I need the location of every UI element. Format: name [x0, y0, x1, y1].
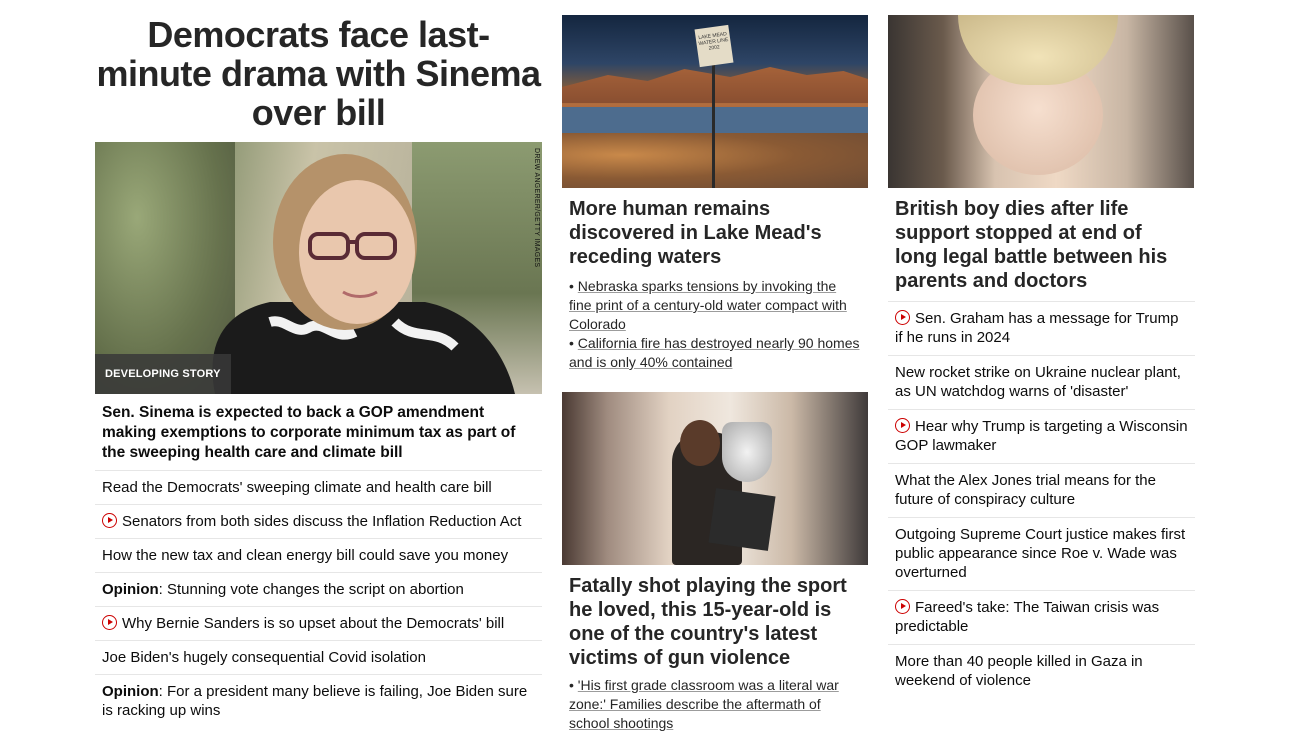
play-icon [102, 615, 117, 630]
list-item: Why Bernie Sanders is so upset about the… [95, 607, 542, 641]
card-sublinks: • 'His first grade classroom was a liter… [562, 670, 868, 733]
related-link[interactable]: How the new tax and clean energy bill co… [95, 539, 542, 572]
developing-story-badge: DEVELOPING STORY [95, 354, 231, 394]
mountain-ridge [562, 67, 868, 103]
related-link[interactable]: More than 40 people killed in Gaza in we… [888, 645, 1195, 698]
main-headline[interactable]: Democrats face last-minute drama with Si… [95, 0, 542, 142]
list-item: Outgoing Supreme Court justice makes fir… [888, 518, 1195, 591]
list-item: Sen. Graham has a message for Trump if h… [888, 302, 1195, 356]
trophy-image[interactable] [562, 392, 868, 565]
main-headline-link[interactable]: Democrats face last-minute drama with Si… [96, 14, 541, 133]
card-headline[interactable]: British boy dies after life support stop… [888, 188, 1195, 302]
list-item: • Nebraska sparks tensions by invoking t… [569, 278, 847, 332]
list-item: Senators from both sides discuss the Inf… [95, 505, 542, 539]
related-link[interactable]: What the Alex Jones trial means for the … [888, 464, 1195, 517]
right-column: British boy dies after life support stop… [888, 0, 1195, 698]
list-item: Read the Democrats' sweeping climate and… [95, 471, 542, 505]
lake-mead-image[interactable]: LAKE MEAD WATER LINE 2002 [562, 15, 868, 188]
boy-image[interactable] [888, 15, 1194, 188]
water-line-sign: LAKE MEAD WATER LINE 2002 [694, 24, 734, 68]
lead-summary[interactable]: Sen. Sinema is expected to back a GOP am… [95, 394, 542, 471]
related-link[interactable]: Read the Democrats' sweeping climate and… [95, 471, 542, 504]
related-link-text: : For a president many believe is failin… [102, 683, 528, 719]
lead-related-list: Read the Democrats' sweeping climate and… [95, 471, 542, 727]
related-link[interactable]: Joe Biden's hugely consequential Covid i… [95, 641, 542, 674]
hair-shape [958, 15, 1118, 85]
related-link-text: More than 40 people killed in Gaza in we… [895, 653, 1143, 689]
person-head [680, 420, 720, 466]
lead-story-column: Democrats face last-minute drama with Si… [95, 0, 542, 727]
hero-image[interactable]: DREW ANGERER/GETTY IMAGES DEVELOPING STO… [95, 142, 542, 394]
play-icon [895, 599, 910, 614]
related-link-text: Senators from both sides discuss the Inf… [122, 513, 522, 530]
card-headline-link[interactable]: More human remains discovered in Lake Me… [569, 198, 822, 268]
related-link-text: Hear why Trump is targeting a Wisconsin … [895, 418, 1188, 454]
list-item: Fareed's take: The Taiwan crisis was pre… [888, 591, 1195, 645]
list-item: Opinion: Stunning vote changes the scrip… [95, 573, 542, 607]
related-link-text: : Stunning vote changes the script on ab… [158, 581, 464, 598]
related-link[interactable]: Opinion: Stunning vote changes the scrip… [95, 573, 542, 606]
list-item: More than 40 people killed in Gaza in we… [888, 645, 1195, 698]
related-link[interactable]: Fareed's take: The Taiwan crisis was pre… [888, 591, 1195, 644]
list-item: Opinion: For a president many believe is… [95, 675, 542, 727]
related-link-text: New rocket strike on Ukraine nuclear pla… [895, 364, 1181, 400]
list-item: • California fire has destroyed nearly 9… [569, 335, 860, 370]
related-link-text: Read the Democrats' sweeping climate and… [102, 479, 492, 496]
list-item: How the new tax and clean energy bill co… [95, 539, 542, 573]
related-link[interactable]: Sen. Graham has a message for Trump if h… [888, 302, 1195, 355]
opinion-label: Opinion [102, 581, 159, 598]
right-related-list: Sen. Graham has a message for Trump if h… [888, 302, 1195, 698]
related-link[interactable]: Why Bernie Sanders is so upset about the… [95, 607, 542, 640]
list-item: Hear why Trump is targeting a Wisconsin … [888, 410, 1195, 464]
trophy-cup [722, 422, 772, 482]
play-icon [102, 513, 117, 528]
card-headline[interactable]: More human remains discovered in Lake Me… [562, 188, 868, 269]
play-icon [895, 418, 910, 433]
related-link-text: Why Bernie Sanders is so upset about the… [122, 615, 505, 632]
related-link[interactable]: Opinion: For a president many believe is… [95, 675, 542, 727]
sublink[interactable]: 'His first grade classroom was a literal… [569, 677, 839, 731]
related-link-text: How the new tax and clean energy bill co… [102, 547, 509, 564]
related-link[interactable]: Senators from both sides discuss the Inf… [95, 505, 542, 538]
related-link-text: Sen. Graham has a message for Trump if h… [895, 310, 1179, 346]
related-link[interactable]: Outgoing Supreme Court justice makes fir… [888, 518, 1195, 590]
desert-brush [562, 133, 868, 188]
related-link[interactable]: Hear why Trump is targeting a Wisconsin … [888, 410, 1195, 463]
lake-water [562, 107, 868, 135]
middle-column: LAKE MEAD WATER LINE 2002 More human rem… [562, 0, 868, 733]
list-item: New rocket strike on Ukraine nuclear pla… [888, 356, 1195, 410]
list-item: • 'His first grade classroom was a liter… [569, 677, 839, 731]
list-item: What the Alex Jones trial means for the … [888, 464, 1195, 518]
play-icon [895, 310, 910, 325]
card-headline[interactable]: Fatally shot playing the sport he loved,… [562, 565, 868, 670]
sign-post [712, 55, 715, 188]
related-link-text: What the Alex Jones trial means for the … [895, 472, 1156, 508]
sublink[interactable]: Nebraska sparks tensions by invoking the… [569, 278, 847, 332]
sublink[interactable]: California fire has destroyed nearly 90 … [569, 335, 860, 370]
trophy-base [708, 488, 776, 551]
related-link-text: Fareed's take: The Taiwan crisis was pre… [895, 599, 1160, 635]
list-item: Joe Biden's hugely consequential Covid i… [95, 641, 542, 675]
related-link-text: Outgoing Supreme Court justice makes fir… [895, 526, 1186, 581]
card-headline-link[interactable]: British boy dies after life support stop… [895, 198, 1167, 292]
related-link-text: Joe Biden's hugely consequential Covid i… [102, 649, 426, 666]
photo-credit: DREW ANGERER/GETTY IMAGES [533, 148, 540, 268]
card-headline-link[interactable]: Fatally shot playing the sport he loved,… [569, 575, 847, 669]
opinion-label: Opinion [102, 683, 159, 700]
related-link[interactable]: New rocket strike on Ukraine nuclear pla… [888, 356, 1195, 409]
card-sublinks: • Nebraska sparks tensions by invoking t… [562, 269, 868, 372]
